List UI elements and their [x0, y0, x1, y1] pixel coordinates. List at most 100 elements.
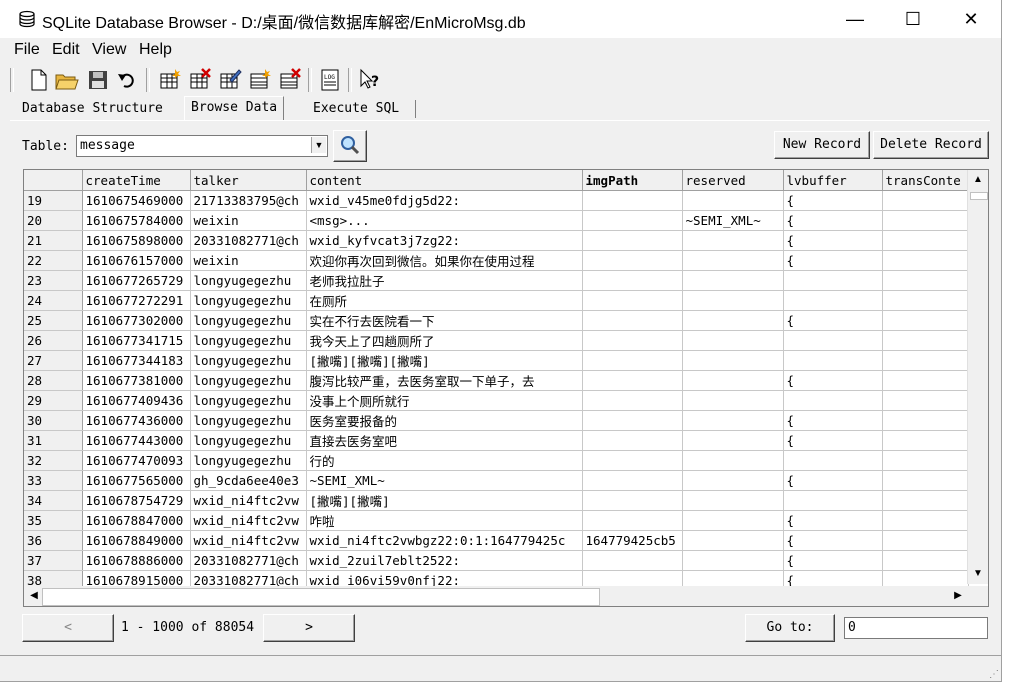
- cell-imgpath[interactable]: [582, 270, 683, 291]
- horizontal-scroll-thumb[interactable]: [42, 588, 600, 606]
- cell-lvbuffer[interactable]: [783, 270, 883, 291]
- cell-imgpath[interactable]: [582, 430, 683, 451]
- table-row[interactable]: 28 1610677381000 longyugegezhu 腹泻比较严重，去医务室取…: [24, 370, 969, 391]
- cell-content[interactable]: wxid_2zuil7eblt2522:: [306, 550, 583, 571]
- menu-view[interactable]: View: [92, 41, 126, 59]
- cell-transconte[interactable]: [882, 290, 969, 311]
- cell-lvbuffer[interactable]: {: [783, 210, 883, 231]
- cell-talker[interactable]: longyugegezhu: [190, 370, 307, 391]
- delete-index-icon[interactable]: [276, 66, 304, 94]
- row-number[interactable]: 31: [24, 430, 83, 451]
- tab-browse-data[interactable]: Browse Data: [184, 96, 285, 121]
- cell-imgpath[interactable]: [582, 450, 683, 471]
- column-header-talker[interactable]: talker: [190, 170, 307, 191]
- next-page-button[interactable]: >: [263, 614, 355, 642]
- row-number[interactable]: 29: [24, 390, 83, 411]
- cell-createtime[interactable]: 1610675469000: [82, 190, 191, 211]
- cell-lvbuffer[interactable]: {: [783, 550, 883, 571]
- cell-transconte[interactable]: [882, 310, 969, 331]
- cell-createtime[interactable]: 1610677265729: [82, 270, 191, 291]
- cell-talker[interactable]: longyugegezhu: [190, 270, 307, 291]
- cell-createtime[interactable]: 1610677436000: [82, 410, 191, 431]
- table-row[interactable]: 36 1610678849000 wxid_ni4ftc2vw wxid_ni4ftc…: [24, 530, 969, 551]
- cell-lvbuffer[interactable]: {: [783, 370, 883, 391]
- cell-content[interactable]: 医务室要报备的: [306, 410, 583, 431]
- cell-transconte[interactable]: [882, 390, 969, 411]
- cell-reserved[interactable]: [682, 270, 784, 291]
- cell-reserved[interactable]: [682, 530, 784, 551]
- cell-createtime[interactable]: 1610677443000: [82, 430, 191, 451]
- cell-lvbuffer[interactable]: [783, 330, 883, 351]
- resize-grip-icon[interactable]: ⋰: [989, 669, 999, 680]
- column-header-reserved[interactable]: reserved: [682, 170, 784, 191]
- scroll-down-icon[interactable]: ▼: [970, 566, 986, 582]
- table-select[interactable]: message ▼: [76, 135, 328, 157]
- cell-lvbuffer[interactable]: {: [783, 190, 883, 211]
- table-row[interactable]: 22 1610676157000 weixin 欢迎你再次回到微信。如果你在使用过程 {: [24, 250, 969, 271]
- column-header-lvbuffer[interactable]: lvbuffer: [783, 170, 883, 191]
- cell-talker[interactable]: longyugegezhu: [190, 350, 307, 371]
- table-row[interactable]: 27 1610677344183 longyugegezhu [撇嘴][撇嘴][撇嘴]: [24, 350, 969, 371]
- data-grid[interactable]: createTime talker content imgPath reserv…: [23, 169, 989, 607]
- row-number[interactable]: 28: [24, 370, 83, 391]
- cell-imgpath[interactable]: [582, 410, 683, 431]
- cell-content[interactable]: 我今天上了四趟厕所了: [306, 330, 583, 351]
- menu-help[interactable]: Help: [139, 41, 172, 59]
- row-number[interactable]: 23: [24, 270, 83, 291]
- row-number[interactable]: 32: [24, 450, 83, 471]
- cell-imgpath[interactable]: [582, 350, 683, 371]
- modify-table-icon[interactable]: [216, 66, 244, 94]
- cell-lvbuffer[interactable]: {: [783, 310, 883, 331]
- cell-createtime[interactable]: 1610678849000: [82, 530, 191, 551]
- cell-createtime[interactable]: 1610677341715: [82, 330, 191, 351]
- cell-content[interactable]: [撇嘴][撇嘴][撇嘴]: [306, 350, 583, 371]
- cell-reserved[interactable]: [682, 510, 784, 531]
- cell-content[interactable]: wxid_v45me0fdjg5d22:: [306, 190, 583, 211]
- cell-imgpath[interactable]: [582, 330, 683, 351]
- scroll-right-icon[interactable]: ▶: [950, 588, 966, 604]
- table-row[interactable]: 26 1610677341715 longyugegezhu 我今天上了四趟厕所了: [24, 330, 969, 351]
- cell-transconte[interactable]: [882, 270, 969, 291]
- table-row[interactable]: 37 1610678886000 20331082771@ch wxid_2zuil7…: [24, 550, 969, 571]
- cell-lvbuffer[interactable]: {: [783, 530, 883, 551]
- cell-imgpath[interactable]: [582, 190, 683, 211]
- cell-imgpath[interactable]: [582, 550, 683, 571]
- table-row[interactable]: 20 1610675784000 weixin <msg>... ~SEMI_XML~{: [24, 210, 969, 231]
- cell-content[interactable]: <msg>...: [306, 210, 583, 231]
- cell-lvbuffer[interactable]: {: [783, 470, 883, 491]
- tab-execute-sql[interactable]: Execute SQL: [307, 98, 405, 120]
- cell-transconte[interactable]: [882, 510, 969, 531]
- row-number[interactable]: 36: [24, 530, 83, 551]
- cell-transconte[interactable]: [882, 210, 969, 231]
- chevron-down-icon[interactable]: ▼: [311, 137, 326, 153]
- table-row[interactable]: 19 1610675469000 21713383795@ch wxid_v45me0…: [24, 190, 969, 211]
- cell-transconte[interactable]: [882, 490, 969, 511]
- cell-content[interactable]: wxid_ni4ftc2vwbgz22:0:1:164779425c: [306, 530, 583, 551]
- cell-content[interactable]: 实在不行去医院看一下: [306, 310, 583, 331]
- cell-createtime[interactable]: 1610677409436: [82, 390, 191, 411]
- table-row[interactable]: 29 1610677409436 longyugegezhu 没事上个厕所就行: [24, 390, 969, 411]
- table-row[interactable]: 35 1610678847000 wxid_ni4ftc2vw 咋啦 {: [24, 510, 969, 531]
- row-number[interactable]: 26: [24, 330, 83, 351]
- cell-talker[interactable]: weixin: [190, 250, 307, 271]
- cell-imgpath[interactable]: [582, 470, 683, 491]
- cell-reserved[interactable]: [682, 310, 784, 331]
- whats-this-icon[interactable]: ?: [356, 66, 384, 94]
- cell-talker[interactable]: 20331082771@ch: [190, 230, 307, 251]
- column-header-createtime[interactable]: createTime: [82, 170, 191, 191]
- cell-reserved[interactable]: [682, 350, 784, 371]
- cell-reserved[interactable]: ~SEMI_XML~: [682, 210, 784, 231]
- goto-input[interactable]: 0: [844, 617, 988, 639]
- cell-talker[interactable]: longyugegezhu: [190, 430, 307, 451]
- cell-content[interactable]: 咋啦: [306, 510, 583, 531]
- cell-imgpath[interactable]: [582, 310, 683, 331]
- cell-talker[interactable]: longyugegezhu: [190, 310, 307, 331]
- row-number[interactable]: 25: [24, 310, 83, 331]
- maximize-button[interactable]: ☐: [884, 0, 942, 38]
- cell-imgpath[interactable]: [582, 370, 683, 391]
- cell-lvbuffer[interactable]: [783, 350, 883, 371]
- cell-talker[interactable]: weixin: [190, 210, 307, 231]
- cell-talker[interactable]: 20331082771@ch: [190, 550, 307, 571]
- menu-edit[interactable]: Edit: [52, 41, 80, 59]
- table-row[interactable]: 21 1610675898000 20331082771@ch wxid_kyfvca…: [24, 230, 969, 251]
